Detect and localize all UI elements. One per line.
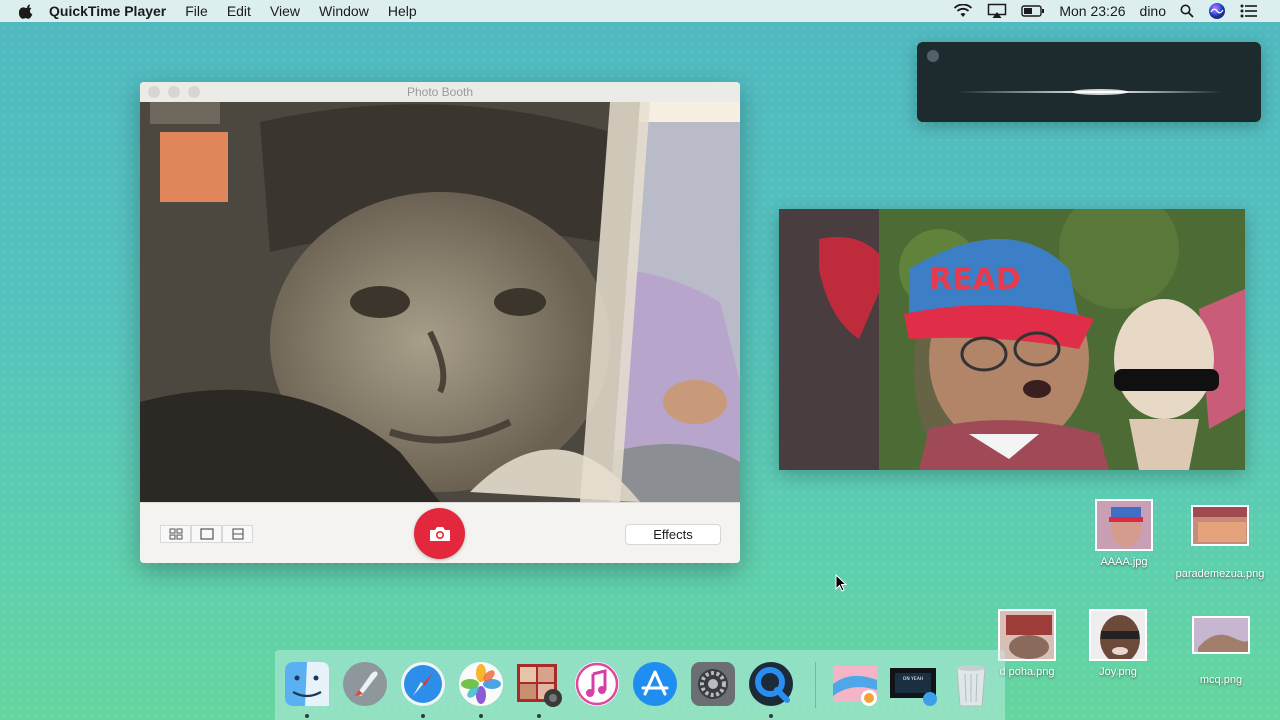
file-label: parademezua.png bbox=[1175, 568, 1265, 580]
video-view-button[interactable] bbox=[222, 525, 253, 543]
siri-waveform bbox=[957, 89, 1222, 95]
take-photo-button[interactable] bbox=[414, 508, 465, 559]
camera-preview bbox=[140, 102, 740, 502]
film-strip-icon bbox=[231, 528, 244, 540]
desktop-file-joy[interactable]: Joy.png bbox=[1063, 609, 1173, 678]
svg-text:ON YEAH: ON YEAH bbox=[903, 676, 923, 682]
dock: ON YEAH bbox=[275, 650, 1005, 720]
safari-icon[interactable] bbox=[399, 660, 447, 708]
file-thumbnail bbox=[998, 609, 1056, 661]
photo-booth-icon[interactable] bbox=[515, 660, 563, 708]
airplay-icon[interactable] bbox=[987, 3, 1007, 19]
photo-booth-toolbar: Effects bbox=[140, 502, 740, 563]
desktop-file-aaaa[interactable]: AAAA.jpg bbox=[1069, 499, 1179, 568]
running-indicator bbox=[421, 714, 425, 718]
grid-icon bbox=[169, 528, 182, 540]
wifi-icon[interactable] bbox=[953, 4, 973, 18]
file-thumbnail bbox=[1089, 609, 1147, 661]
image-document-icon[interactable] bbox=[831, 660, 879, 708]
desktop-file-mcq[interactable]: mcq.png bbox=[1166, 616, 1276, 686]
single-frame-icon bbox=[199, 528, 214, 540]
app-store-icon[interactable] bbox=[631, 660, 679, 708]
spotlight-search-icon[interactable] bbox=[1180, 4, 1194, 18]
menu-window[interactable]: Window bbox=[319, 3, 369, 19]
siri-panel bbox=[917, 42, 1261, 122]
menu-view[interactable]: View bbox=[270, 3, 300, 19]
four-up-view-button[interactable] bbox=[160, 525, 191, 543]
file-label: Joy.png bbox=[1099, 666, 1137, 678]
screen-recording-icon[interactable]: ON YEAH bbox=[889, 660, 937, 708]
window-title: Photo Booth bbox=[406, 85, 474, 99]
app-name-menu[interactable]: QuickTime Player bbox=[49, 3, 166, 19]
file-thumbnail bbox=[1192, 616, 1250, 654]
file-thumbnail bbox=[1191, 505, 1249, 546]
running-indicator bbox=[537, 714, 541, 718]
menu-bar: QuickTime Player File Edit View Window H… bbox=[0, 0, 1280, 22]
single-view-button[interactable] bbox=[191, 525, 222, 543]
running-indicator bbox=[769, 714, 773, 718]
desktop-file-parademezua[interactable]: parademezua.png bbox=[1165, 505, 1275, 580]
dock-separator bbox=[815, 662, 816, 708]
file-label: mcq.png bbox=[1199, 674, 1243, 686]
svg-text:READ: READ bbox=[929, 262, 1021, 297]
notification-center-icon[interactable] bbox=[1240, 4, 1258, 18]
video-player-window[interactable]: READ bbox=[779, 209, 1245, 470]
photos-icon[interactable] bbox=[457, 660, 505, 708]
trash-icon[interactable] bbox=[947, 660, 995, 708]
effects-button[interactable]: Effects bbox=[625, 524, 721, 545]
camera-icon bbox=[429, 526, 450, 541]
battery-icon[interactable] bbox=[1021, 5, 1045, 17]
photo-booth-window[interactable]: Photo Booth Effects bbox=[140, 82, 740, 563]
menu-help[interactable]: Help bbox=[388, 3, 417, 19]
video-frame: READ bbox=[779, 209, 1245, 470]
menu-file[interactable]: File bbox=[185, 3, 208, 19]
apple-menu-icon[interactable] bbox=[19, 3, 35, 19]
window-titlebar[interactable]: Photo Booth bbox=[140, 82, 740, 102]
siri-icon[interactable] bbox=[1208, 2, 1226, 20]
quicktime-icon[interactable] bbox=[747, 660, 795, 708]
launchpad-icon[interactable] bbox=[341, 660, 389, 708]
system-preferences-icon[interactable] bbox=[689, 660, 737, 708]
running-indicator bbox=[479, 714, 483, 718]
menu-clock[interactable]: Mon 23:26 bbox=[1059, 3, 1125, 19]
file-label: AAAA.jpg bbox=[1100, 556, 1148, 568]
menu-edit[interactable]: Edit bbox=[227, 3, 251, 19]
mouse-cursor-icon bbox=[835, 574, 847, 592]
finder-icon[interactable] bbox=[283, 660, 331, 708]
user-menu[interactable]: dino bbox=[1140, 3, 1166, 19]
running-indicator bbox=[305, 714, 309, 718]
itunes-icon[interactable] bbox=[573, 660, 621, 708]
file-thumbnail bbox=[1095, 499, 1153, 551]
